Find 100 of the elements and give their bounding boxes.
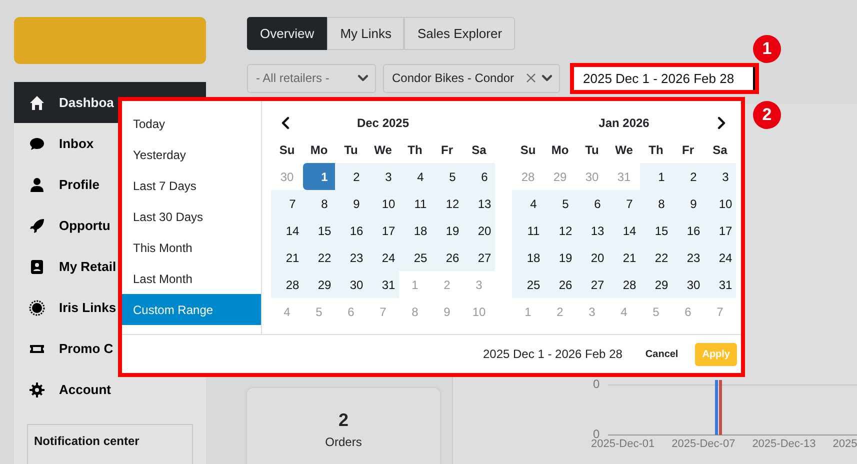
axis-label: 2025 [832,438,857,450]
chevron-down-icon [541,72,553,84]
calendar-day[interactable]: 16 [672,217,704,244]
calendar-day[interactable]: 1 [640,163,672,190]
weekday-label: Tu [584,142,600,158]
chevron-down-icon [357,72,369,84]
weekday-label: Mo [550,142,570,158]
gear-icon [29,382,45,398]
tab[interactable]: My Links [327,17,404,50]
selected-range-text: 2025 Dec 1 - 2026 Feb 28 [482,347,622,361]
weekday-label: Fr [681,142,695,158]
calendar-day[interactable]: 2 [335,163,367,190]
calendar-day[interactable]: 4 [399,163,431,190]
weekday-label: Th [648,142,664,158]
weekday-label: We [614,142,634,158]
calendar-day[interactable]: 3 [367,163,399,190]
range-option[interactable]: Custom Range [122,294,261,325]
cancel-button[interactable]: Cancel [640,342,684,366]
axis-label: 2025-Dec-07 [672,438,736,450]
weekday-label: Sa [470,142,488,158]
calendar-day[interactable]: 8 [303,190,335,217]
calendar-day[interactable]: 8 [640,190,672,217]
calendar-day[interactable]: 5 [431,163,463,190]
calendar-day[interactable]: 30 [335,271,367,298]
calendar-day[interactable]: 2 [672,163,704,190]
calendar-day[interactable]: 13 [576,217,608,244]
calendar-day[interactable]: 21 [608,244,640,271]
calendar-day[interactable]: 14 [608,217,640,244]
calendar-day[interactable]: 7 [271,190,303,217]
calendar-day[interactable]: 11 [399,190,431,217]
calendar-day[interactable]: 24 [704,244,736,271]
calendar-day[interactable]: 18 [512,244,544,271]
weekday-label: Fr [440,142,454,158]
weekday-label: Tu [343,142,359,158]
calendar-day[interactable]: 20 [576,244,608,271]
calendar-day[interactable]: 6 [463,163,495,190]
calendar-day[interactable]: 10 [367,190,399,217]
calendar-day[interactable]: 19 [544,244,576,271]
calendar-day[interactable]: 1 [303,163,335,190]
calendar-day[interactable]: 22 [303,244,335,271]
calendar-day[interactable]: 25 [399,244,431,271]
calendar-day[interactable]: 29 [303,271,335,298]
calendar-day[interactable]: 17 [704,217,736,244]
calendar-day[interactable]: 28 [608,271,640,298]
calendar-day[interactable]: 29 [640,271,672,298]
brand-select[interactable]: Condor Bikes - Condor [383,64,560,92]
calendar-day[interactable]: 21 [271,244,303,271]
calendar-day[interactable]: 3 [704,163,736,190]
close-icon[interactable] [525,72,537,84]
sun-icon [29,300,45,316]
calendar-day[interactable]: 16 [335,217,367,244]
tab[interactable]: Sales Explorer [404,17,516,50]
calendar-day[interactable]: 18 [399,217,431,244]
calendar-day[interactable]: 4 [512,190,544,217]
calendar-day[interactable]: 23 [672,244,704,271]
calendar-day[interactable]: 10 [704,190,736,217]
date-range-field[interactable]: 2025 Dec 1 - 2026 Feb 28 [574,66,755,90]
calendar-day[interactable]: 19 [431,217,463,244]
range-option[interactable]: Yesterday [122,139,261,170]
range-option[interactable]: Last 7 Days [122,170,261,201]
calendar-day[interactable]: 23 [335,244,367,271]
calendar-day[interactable]: 27 [576,271,608,298]
tab[interactable]: Overview [247,17,328,50]
calendar-day[interactable]: 9 [335,190,367,217]
calendar-day[interactable]: 31 [704,271,736,298]
range-option[interactable]: This Month [122,232,261,263]
calendar-day[interactable]: 13 [463,190,495,217]
next-icon[interactable] [715,116,727,130]
calendar-day[interactable]: 17 [367,217,399,244]
calendar-day[interactable]: 30 [672,271,704,298]
calendar-day[interactable]: 26 [431,244,463,271]
calendar-day[interactable]: 25 [512,271,544,298]
calendar-day[interactable]: 26 [544,271,576,298]
calendar-day[interactable]: 22 [640,244,672,271]
calendar-day[interactable]: 5 [544,190,576,217]
previous-icon[interactable] [280,116,292,130]
calendar-day[interactable]: 6 [576,190,608,217]
calendar-day[interactable]: 31 [367,271,399,298]
calendar-day[interactable]: 11 [512,217,544,244]
calendar-day[interactable]: 9 [672,190,704,217]
range-option[interactable]: Last 30 Days [122,201,261,232]
calendar-day[interactable]: 15 [303,217,335,244]
axis-label: 0 [593,377,600,391]
calendar-day[interactable]: 20 [463,217,495,244]
calendar-day[interactable]: 27 [463,244,495,271]
chat-icon [29,136,45,152]
calendar-day[interactable]: 12 [544,217,576,244]
callout-number: 1 [753,35,781,63]
axis-label: 2025-Dec-01 [591,438,655,450]
weekday-label: We [373,142,393,158]
calendar-day[interactable]: 12 [431,190,463,217]
calendar-day[interactable]: 28 [271,271,303,298]
calendar-day[interactable]: 15 [640,217,672,244]
calendar-day[interactable]: 14 [271,217,303,244]
calendar-day[interactable]: 7 [608,190,640,217]
range-option[interactable]: Last Month [122,263,261,294]
calendar-day[interactable]: 24 [367,244,399,271]
weekday-label: Th [406,142,424,158]
weekday-label: Mo [309,142,329,158]
retailer-select[interactable]: - All retailers - [247,64,376,92]
